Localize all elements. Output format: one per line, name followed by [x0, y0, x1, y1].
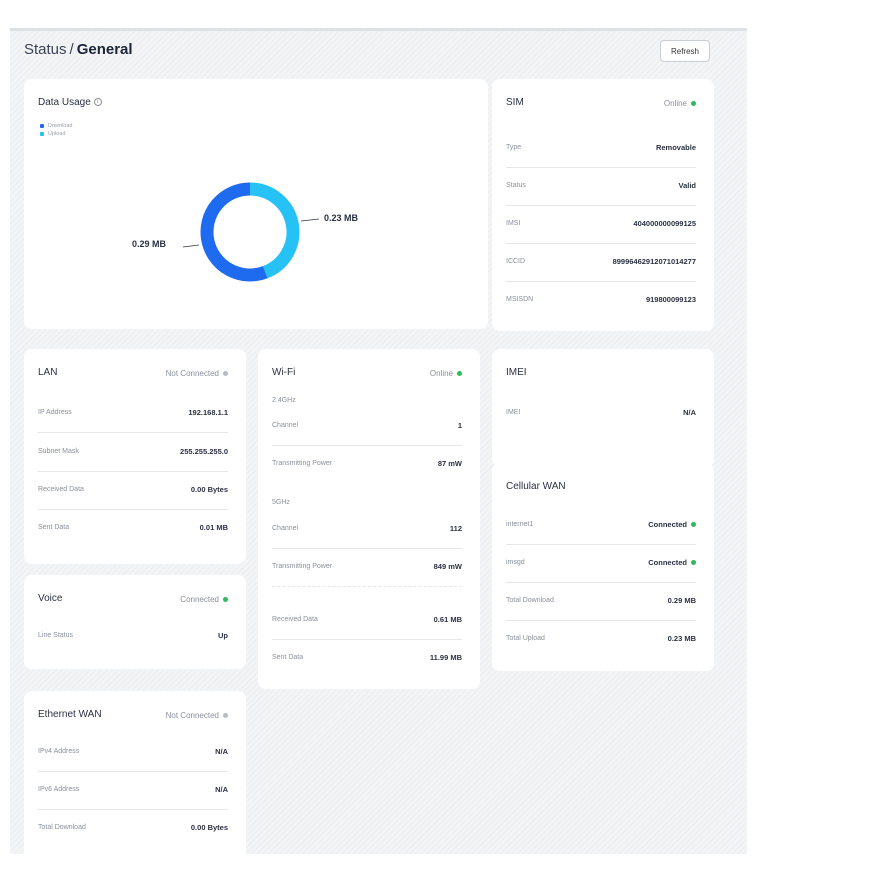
voice-title: Voice — [38, 593, 63, 604]
sim-row-iccid: ICCID 89996462912071014277 — [506, 248, 696, 282]
wifi-status: Online — [430, 369, 462, 378]
imei-row: IMEI N/A — [506, 407, 696, 417]
donut-segment-upload[interactable] — [249, 182, 300, 279]
wifi-band-5: 5GHz — [272, 499, 290, 506]
ethernet-wan-card: Ethernet WAN Not Connected IPv4 Address N… — [24, 691, 246, 854]
page-title: General — [76, 41, 133, 58]
voice-card: Voice Connected Line Status Up — [24, 575, 246, 669]
cellular-wan-card: Cellular WAN internet1 Connected imsgd Con… — [492, 463, 714, 671]
upload-value-label: 0.23 MB — [324, 213, 359, 223]
ethernet-wan-status: Not Connected — [166, 711, 228, 720]
sim-row-type: Type Removable — [506, 134, 696, 168]
sim-row-imsi: IMSI 404000000099125 — [506, 210, 696, 244]
connected-dot-icon — [691, 559, 696, 565]
wifi-title: Wi-Fi — [272, 367, 296, 378]
sim-title: SIM — [506, 97, 524, 108]
wifi-sent: Sent Data 11.99 MB — [272, 652, 462, 662]
upload-leader-line — [300, 218, 320, 222]
wifi-5-channel: Channel 112 — [272, 515, 462, 549]
refresh-button[interactable]: Refresh — [660, 40, 710, 62]
voice-row-line: Line Status Up — [38, 630, 228, 640]
connected-dot-icon — [691, 521, 696, 527]
cellular-row-upload: Total Upload 0.23 MB — [506, 633, 696, 643]
cellular-row-imsgd: imsgd Connected — [506, 549, 696, 583]
donut-segment-download[interactable] — [200, 182, 268, 282]
lan-row-sent: Sent Data 0.01 MB — [38, 522, 228, 532]
wifi-24-power: Transmitting Power 87 mW — [272, 458, 462, 468]
sim-row-msisdn: MSISDN 919800099123 — [506, 294, 696, 304]
cellular-row-internet1: internet1 Connected — [506, 511, 696, 545]
online-dot-icon — [457, 371, 462, 376]
wifi-received: Received Data 0.61 MB — [272, 606, 462, 640]
wifi-5-power: Transmitting Power 849 mW — [272, 553, 462, 587]
voice-status: Connected — [180, 595, 228, 604]
connected-dot-icon — [223, 597, 228, 602]
offline-dot-icon — [223, 713, 228, 718]
imei-card: IMEI IMEI N/A — [492, 349, 714, 467]
sim-card: SIM Online Type Removable Status Valid IMS… — [492, 79, 714, 331]
lan-card: LAN Not Connected IP Address 192.168.1.1 … — [24, 349, 246, 564]
ethernet-row-ipv4: IPv4 Address N/A — [38, 738, 228, 772]
data-usage-card: Data Usage i Download Upload 0.23 MB 0.29… — [24, 79, 488, 329]
cellular-row-download: Total Download 0.29 MB — [506, 587, 696, 621]
status-page: Status / General Refresh Data Usage i Downl… — [10, 28, 747, 854]
lan-status: Not Connected — [166, 369, 228, 378]
download-value-label: 0.29 MB — [132, 239, 167, 249]
lan-row-received: Received Data 0.00 Bytes — [38, 476, 228, 510]
wifi-card: Wi-Fi Online 2.4GHz Channel 1 Transmittin… — [258, 349, 480, 689]
wifi-24-channel: Channel 1 — [272, 412, 462, 446]
sim-row-status: Status Valid — [506, 172, 696, 206]
online-dot-icon — [691, 101, 696, 106]
sim-status: Online — [664, 99, 696, 108]
ethernet-row-download: Total Download 0.00 Bytes — [38, 822, 228, 832]
lan-row-subnet: Subnet Mask 255.255.255.0 — [38, 438, 228, 472]
ethernet-row-ipv6: IPv6 Address N/A — [38, 776, 228, 810]
cellular-wan-title: Cellular WAN — [506, 481, 566, 492]
lan-row-ip: IP Address 192.168.1.1 — [38, 399, 228, 433]
download-leader-line — [182, 244, 200, 248]
breadcrumb-status[interactable]: Status — [24, 41, 67, 58]
imei-title: IMEI — [506, 367, 527, 378]
donut-chart — [182, 182, 320, 282]
wifi-band-24: 2.4GHz — [272, 397, 296, 404]
lan-title: LAN — [38, 367, 58, 378]
offline-dot-icon — [223, 371, 228, 376]
breadcrumb-separator: / — [69, 41, 74, 58]
breadcrumb: Status / General — [24, 41, 133, 58]
ethernet-wan-title: Ethernet WAN — [38, 709, 102, 720]
